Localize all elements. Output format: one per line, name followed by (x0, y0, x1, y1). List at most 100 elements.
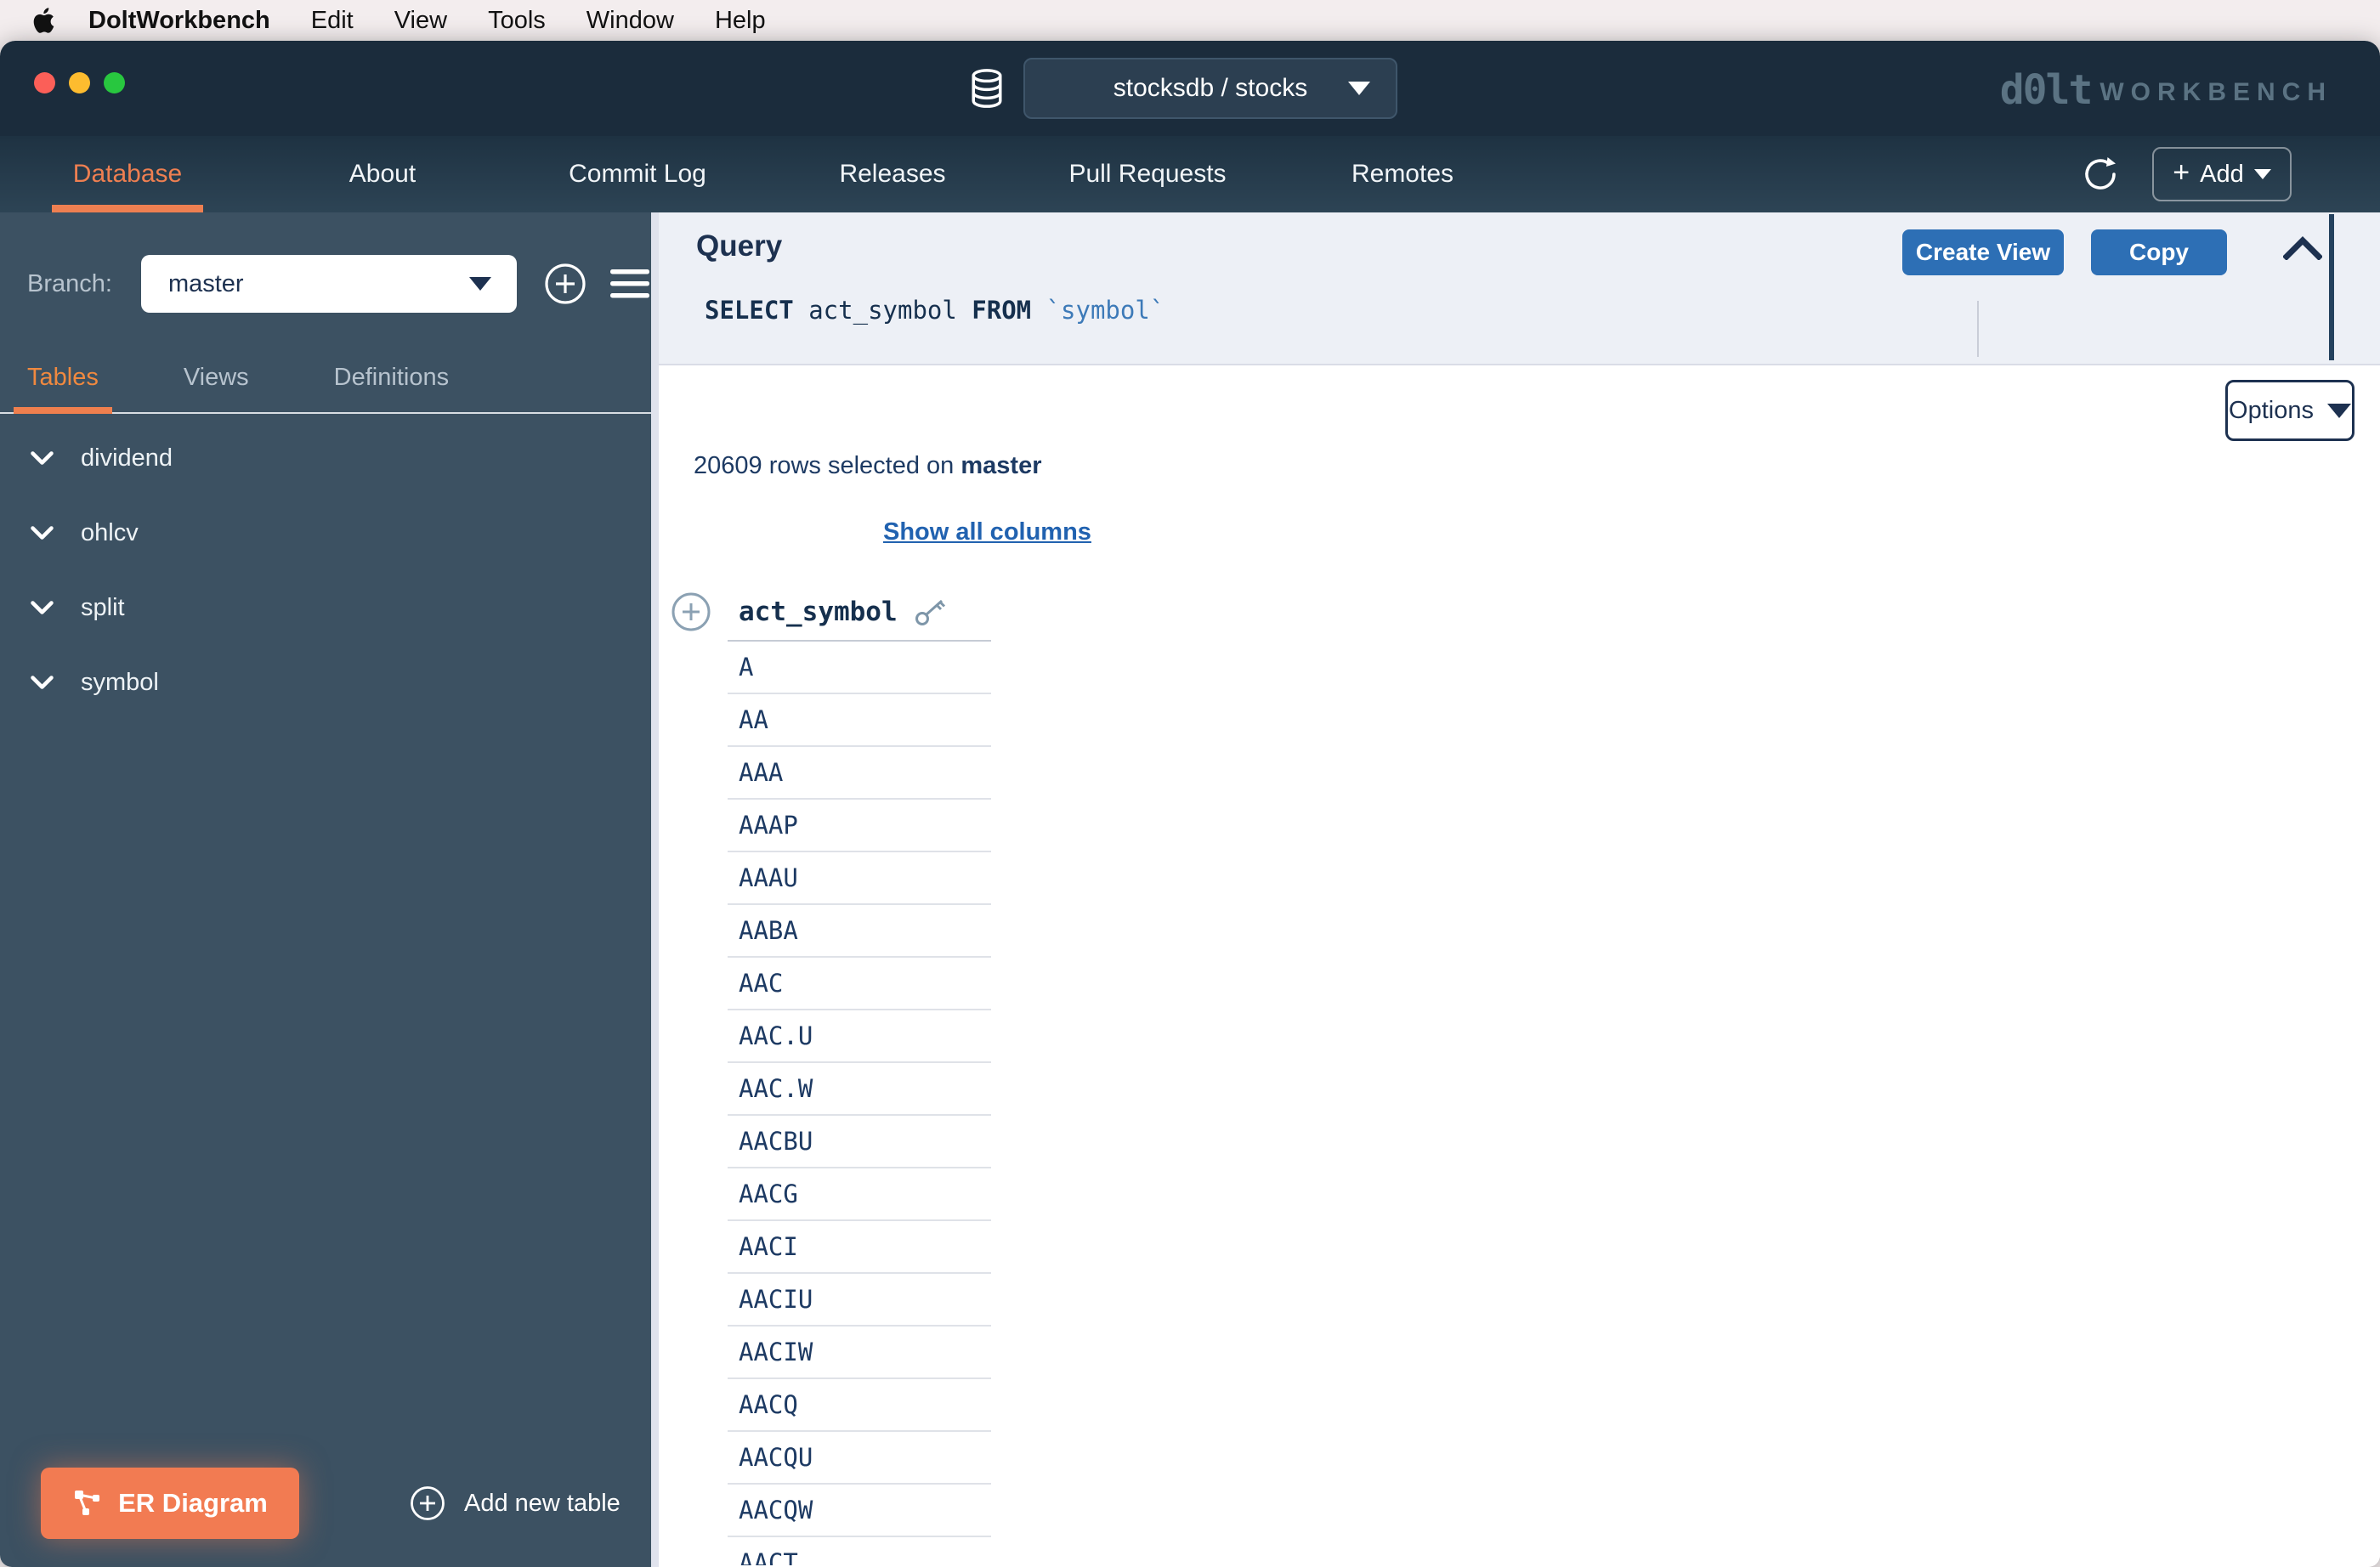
add-new-table-label: Add new table (464, 1489, 620, 1517)
add-column-button[interactable] (671, 591, 711, 632)
column-header-act-symbol[interactable]: act_symbol (739, 597, 947, 627)
key-icon (915, 597, 947, 626)
sidebar-tab[interactable]: Tables (14, 352, 112, 414)
table-cell: AACG (728, 1168, 991, 1221)
er-diagram-button[interactable]: ER Diagram (41, 1468, 299, 1539)
sidebar-resize-handle[interactable] (651, 212, 659, 1567)
sql-token: FROM (972, 296, 1032, 325)
dolt-workbench-logo: d0lt WORKBENCH (2000, 66, 2332, 114)
refresh-icon[interactable] (2081, 155, 2120, 194)
caret-down-icon (2253, 169, 2271, 179)
caret-down-icon (1348, 82, 1370, 95)
hamburger-menu-icon[interactable] (609, 268, 649, 300)
database-cylinder-icon (969, 68, 1005, 109)
table-cell: A (728, 642, 991, 694)
menu-item-edit[interactable]: Edit (311, 7, 354, 35)
chevron-down-icon (31, 525, 54, 540)
sidebar-tab[interactable]: Definitions (334, 352, 449, 412)
apple-icon[interactable] (32, 7, 54, 34)
minimize-window-button[interactable] (69, 72, 90, 93)
sql-token: act_symbol (793, 296, 972, 325)
table-cell: AACT (728, 1537, 991, 1565)
table-cell: AACI (728, 1221, 991, 1274)
chevron-up-icon (2283, 236, 2322, 260)
zoom-window-button[interactable] (104, 72, 125, 93)
nav-tab[interactable]: Commit Log (510, 136, 765, 212)
table-name: dividend (81, 444, 173, 472)
logo-workbench-text: WORKBENCH (2100, 78, 2332, 106)
collapse-query-button[interactable] (2283, 236, 2322, 260)
table-name: ohlcv (81, 518, 139, 546)
nav-tab[interactable]: About (255, 136, 510, 212)
logo-dolt-text: d0lt (1999, 66, 2094, 114)
column-header-label: act_symbol (739, 597, 898, 627)
app-window: stocksdb / stocks d0lt WORKBENCH Databas… (0, 41, 2380, 1567)
main-panel: Query SELECT act_symbol FROM `symbol` Cr… (659, 212, 2380, 1567)
sidebar-tab[interactable]: Views (184, 352, 249, 412)
nav-tabs: Database About Commit Log Releases Pull Requ… (0, 136, 1530, 212)
table-cell: AAC (728, 958, 991, 1010)
table-list: dividend ohlcv split symbol (0, 414, 651, 720)
table-cell: AAC.W (728, 1063, 991, 1116)
table-list-item[interactable]: symbol (0, 645, 651, 720)
add-button[interactable]: + Add (2152, 147, 2292, 201)
macos-menu-bar: DoltWorkbench Edit View Tools Window Hel… (0, 0, 2380, 41)
nav-tab[interactable]: Remotes (1275, 136, 1530, 212)
query-editor-divider (1977, 301, 1979, 357)
table-name: symbol (81, 668, 159, 696)
table-cell: AABA (728, 905, 991, 958)
menu-item-tools[interactable]: Tools (488, 7, 546, 35)
table-cell: AAC.U (728, 1010, 991, 1063)
table-cell: AACIW (728, 1327, 991, 1379)
table-cell: AACQU (728, 1432, 991, 1485)
menu-item-view[interactable]: View (394, 7, 447, 35)
menu-item-app[interactable]: DoltWorkbench (88, 7, 270, 35)
sidebar-tabs: Tables Views Definitions (0, 352, 651, 414)
show-all-columns-link[interactable]: Show all columns (883, 518, 1091, 546)
add-new-table-button[interactable]: Add new table (410, 1485, 620, 1521)
branch-selector[interactable]: master (140, 255, 517, 313)
rows-selected-summary: 20609 rows selected on master (694, 452, 1042, 480)
sql-token: `symbol` (1046, 296, 1165, 325)
table-cell: AACQ (728, 1379, 991, 1432)
summary-text: 20609 rows selected on (694, 452, 961, 479)
table-list-item[interactable]: dividend (0, 421, 651, 495)
branch-selector-value: master (167, 269, 244, 297)
options-button[interactable]: Options (2225, 380, 2354, 441)
copy-button[interactable]: Copy (2091, 229, 2227, 275)
table-name: split (81, 593, 125, 621)
table-list-item[interactable]: split (0, 570, 651, 645)
caret-down-icon (2326, 403, 2351, 418)
sql-token: SELECT (705, 296, 794, 325)
nav-tab[interactable]: Releases (765, 136, 1020, 212)
main-nav-bar: Database About Commit Log Releases Pull Requ… (0, 136, 2380, 212)
window-title-bar: stocksdb / stocks d0lt WORKBENCH (0, 41, 2380, 136)
query-panel-scrollbar[interactable] (2329, 214, 2334, 360)
table-list-item[interactable]: ohlcv (0, 495, 651, 570)
database-selector[interactable]: stocksdb / stocks (1023, 58, 1397, 119)
result-rows: A AA AAA AAAP AAAU AABA AAC AAC.U AAC.W AACBU AACG… (728, 642, 991, 1565)
menu-item-help[interactable]: Help (715, 7, 766, 35)
create-view-button[interactable]: Create View (1902, 229, 2064, 275)
summary-branch: master (960, 452, 1042, 479)
query-title: Query (696, 229, 783, 263)
table-cell: AACBU (728, 1116, 991, 1168)
new-branch-button[interactable] (544, 263, 586, 305)
caret-down-icon (468, 277, 491, 291)
er-diagram-label: ER Diagram (118, 1488, 268, 1518)
traffic-lights (34, 72, 125, 93)
nav-tab[interactable]: Pull Requests (1020, 136, 1275, 212)
table-cell: AACQW (728, 1485, 991, 1537)
menu-item-window[interactable]: Window (586, 7, 674, 35)
database-selector-value: stocksdb / stocks (1113, 74, 1308, 102)
results-panel: Options 20609 rows selected on master Sh… (659, 365, 2380, 1565)
sql-query-text[interactable]: SELECT act_symbol FROM `symbol` (705, 296, 1164, 325)
chevron-down-icon (31, 600, 54, 615)
query-panel: Query SELECT act_symbol FROM `symbol` Cr… (659, 212, 2380, 365)
plus-icon: + (2173, 156, 2190, 189)
nav-tab[interactable]: Database (0, 136, 255, 212)
chevron-down-icon (31, 450, 54, 466)
close-window-button[interactable] (34, 72, 55, 93)
chevron-down-icon (31, 675, 54, 690)
